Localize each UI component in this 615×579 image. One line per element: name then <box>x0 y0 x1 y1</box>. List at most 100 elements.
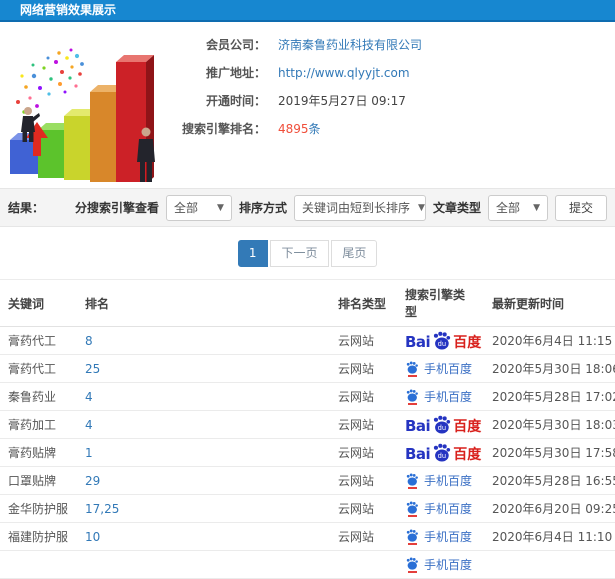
results-filter-bar: 结果： 分搜索引擎查看 全部 ▼ 排序方式 关键词由短到长排序 ▼ 文章类型 全… <box>0 188 615 227</box>
mobile-baidu-label: 手机百度 <box>424 474 473 488</box>
results-label: 结果： <box>8 201 45 215</box>
mobile-baidu-paw-icon <box>406 501 418 514</box>
last-page-button[interactable]: 尾页 <box>331 240 378 267</box>
baidu-logo-cn: 百度 <box>453 335 482 351</box>
ranking-count-number: 4895 <box>278 122 309 136</box>
filter-controls: 分搜索引擎查看 全部 ▼ 排序方式 关键词由短到长排序 ▼ 文章类型 全部 ▼ … <box>75 194 607 221</box>
table-header-row: 关键词 排名 排名类型 搜索引擎类型 最新更新时间 <box>0 279 615 327</box>
sort-filter-value: 关键词由短到长排序 <box>301 201 410 215</box>
rank-cell <box>77 550 330 579</box>
keyword-cell: 秦鲁药业 <box>0 382 77 411</box>
rank-link[interactable]: 1 <box>85 446 93 460</box>
rank-link[interactable]: 4 <box>85 418 93 432</box>
ranking-count-value: 4895条 <box>278 120 321 139</box>
table-row: 福建防护服 10 云网站 手机百度 2020年6月4日 11:10 <box>0 522 615 551</box>
article-type-select[interactable]: 全部 ▼ <box>487 194 548 221</box>
baidu-logo-bai: Bai <box>405 333 431 351</box>
rank-link[interactable]: 8 <box>85 334 93 348</box>
table-row: 膏药代工 8 云网站 Bai du 百度 2020年6月4日 11:15 <box>0 326 615 355</box>
mobile-baidu-underline <box>407 486 417 489</box>
keyword-cell: 金华防护服 <box>0 494 77 523</box>
rank-cell: 8 <box>77 326 330 355</box>
table-row: 膏药贴牌 1 云网站 Bai du 百度 2020年5月30日 17:58 <box>0 438 615 467</box>
engine-cell: 手机百度 <box>397 522 484 551</box>
keyword-cell: 膏药加工 <box>0 410 77 439</box>
header-rank: 排名 <box>77 279 330 327</box>
rank-type-cell: 云网站 <box>330 466 397 495</box>
mobile-baidu-paw-icon <box>406 389 418 402</box>
promo-url-link[interactable]: http://www.qlyyjt.com <box>278 64 410 83</box>
rank-cell: 4 <box>77 382 330 411</box>
submit-button[interactable]: 提交 <box>554 194 607 221</box>
sort-filter-label: 排序方式 <box>238 201 287 215</box>
rank-link[interactable]: 25 <box>85 362 100 376</box>
info-row-url: 推广地址： http://www.qlyyjt.com <box>176 64 607 83</box>
rank-type-cell: 云网站 <box>330 494 397 523</box>
mobile-baidu-paw-icon <box>406 557 418 570</box>
baidu-logo: Bai du 百度 <box>405 331 481 350</box>
keyword-cell: 福建防护服 <box>0 522 77 551</box>
next-page-button[interactable]: 下一页 <box>270 240 329 267</box>
mobile-baidu-underline <box>407 374 417 377</box>
engine-cell: 手机百度 <box>397 382 484 411</box>
updated-cell: 2020年5月30日 18:03 <box>484 410 615 439</box>
company-label: 会员公司： <box>205 38 266 52</box>
header-engine-type: 搜索引擎类型 <box>397 279 484 327</box>
updated-cell: 2020年5月30日 17:58 <box>484 438 615 467</box>
mobile-baidu-underline <box>407 402 417 405</box>
company-link[interactable]: 济南秦鲁药业科技有限公司 <box>278 36 422 55</box>
info-row-company: 会员公司： 济南秦鲁药业科技有限公司 <box>176 36 607 55</box>
rank-type-cell: 云网站 <box>330 522 397 551</box>
engine-cell: 手机百度 <box>397 466 484 495</box>
baidu-logo-bai: Bai <box>405 445 431 463</box>
info-row-open-time: 开通时间： 2019年5月27日 09:17 <box>176 92 607 111</box>
mobile-baidu-label: 手机百度 <box>424 390 473 404</box>
keyword-cell: 膏药贴牌 <box>0 438 77 467</box>
pagination: 1 下一页 尾页 <box>0 227 615 279</box>
mobile-baidu-paw-icon <box>406 473 418 486</box>
growth-chart-illustration <box>10 48 155 182</box>
baidu-paw-icon: du <box>434 443 451 462</box>
table-row: 膏药代工 25 云网站 手机百度 2020年5月30日 18:06 <box>0 354 615 383</box>
mobile-baidu-label: 手机百度 <box>424 502 473 516</box>
ranking-count-unit: 条 <box>308 122 321 136</box>
baidu-logo: Bai du 百度 <box>405 443 481 462</box>
chevron-down-icon: ▼ <box>217 202 224 213</box>
rank-cell: 1 <box>77 438 330 467</box>
rank-link[interactable]: 10 <box>85 530 100 544</box>
svg-text:du: du <box>438 424 447 432</box>
updated-cell: 2020年5月28日 17:02 <box>484 382 615 411</box>
mobile-baidu-logo: 手机百度 <box>405 360 472 377</box>
open-time-value: 2019年5月27日 09:17 <box>278 94 406 108</box>
mobile-baidu-label: 手机百度 <box>424 530 473 544</box>
open-time-label: 开通时间： <box>205 94 266 108</box>
table-row: 金华防护服 17,25 云网站 手机百度 2020年6月20日 09:25 <box>0 494 615 523</box>
sort-filter-select[interactable]: 关键词由短到长排序 ▼ <box>293 194 426 221</box>
mobile-baidu-underline <box>407 542 417 545</box>
mobile-baidu-paw-icon <box>406 529 418 542</box>
baidu-paw-icon: du <box>434 331 451 350</box>
mobile-baidu-logo: 手机百度 <box>405 556 472 573</box>
rank-link[interactable]: 17,25 <box>85 502 119 516</box>
rank-link[interactable]: 4 <box>85 390 93 404</box>
mobile-baidu-label: 手机百度 <box>424 558 473 572</box>
info-row-ranking-count: 搜索引擎排名： 4895条 <box>176 120 607 139</box>
baidu-logo-bai: Bai <box>405 417 431 435</box>
rank-cell: 17,25 <box>77 494 330 523</box>
rank-link[interactable]: 29 <box>85 474 100 488</box>
engine-filter-select[interactable]: 全部 ▼ <box>165 194 232 221</box>
article-type-label: 文章类型 <box>432 201 481 215</box>
header-updated: 最新更新时间 <box>484 279 615 327</box>
engine-cell: 手机百度 <box>397 354 484 383</box>
page-title: 网络营销效果展示 <box>20 3 117 17</box>
ranking-count-label: 搜索引擎排名： <box>181 122 266 136</box>
mobile-baidu-underline <box>407 514 417 517</box>
header-rank-type: 排名类型 <box>330 279 397 327</box>
rank-type-cell: 云网站 <box>330 382 397 411</box>
page-button-1[interactable]: 1 <box>237 240 268 267</box>
updated-cell: 2020年5月28日 16:55 <box>484 466 615 495</box>
confetti-dots <box>16 48 84 114</box>
updated-cell: 2020年5月30日 18:06 <box>484 354 615 383</box>
table-row: 口罩贴牌 29 云网站 手机百度 2020年5月28日 16:55 <box>0 466 615 495</box>
baidu-paw-icon: du <box>434 415 451 434</box>
